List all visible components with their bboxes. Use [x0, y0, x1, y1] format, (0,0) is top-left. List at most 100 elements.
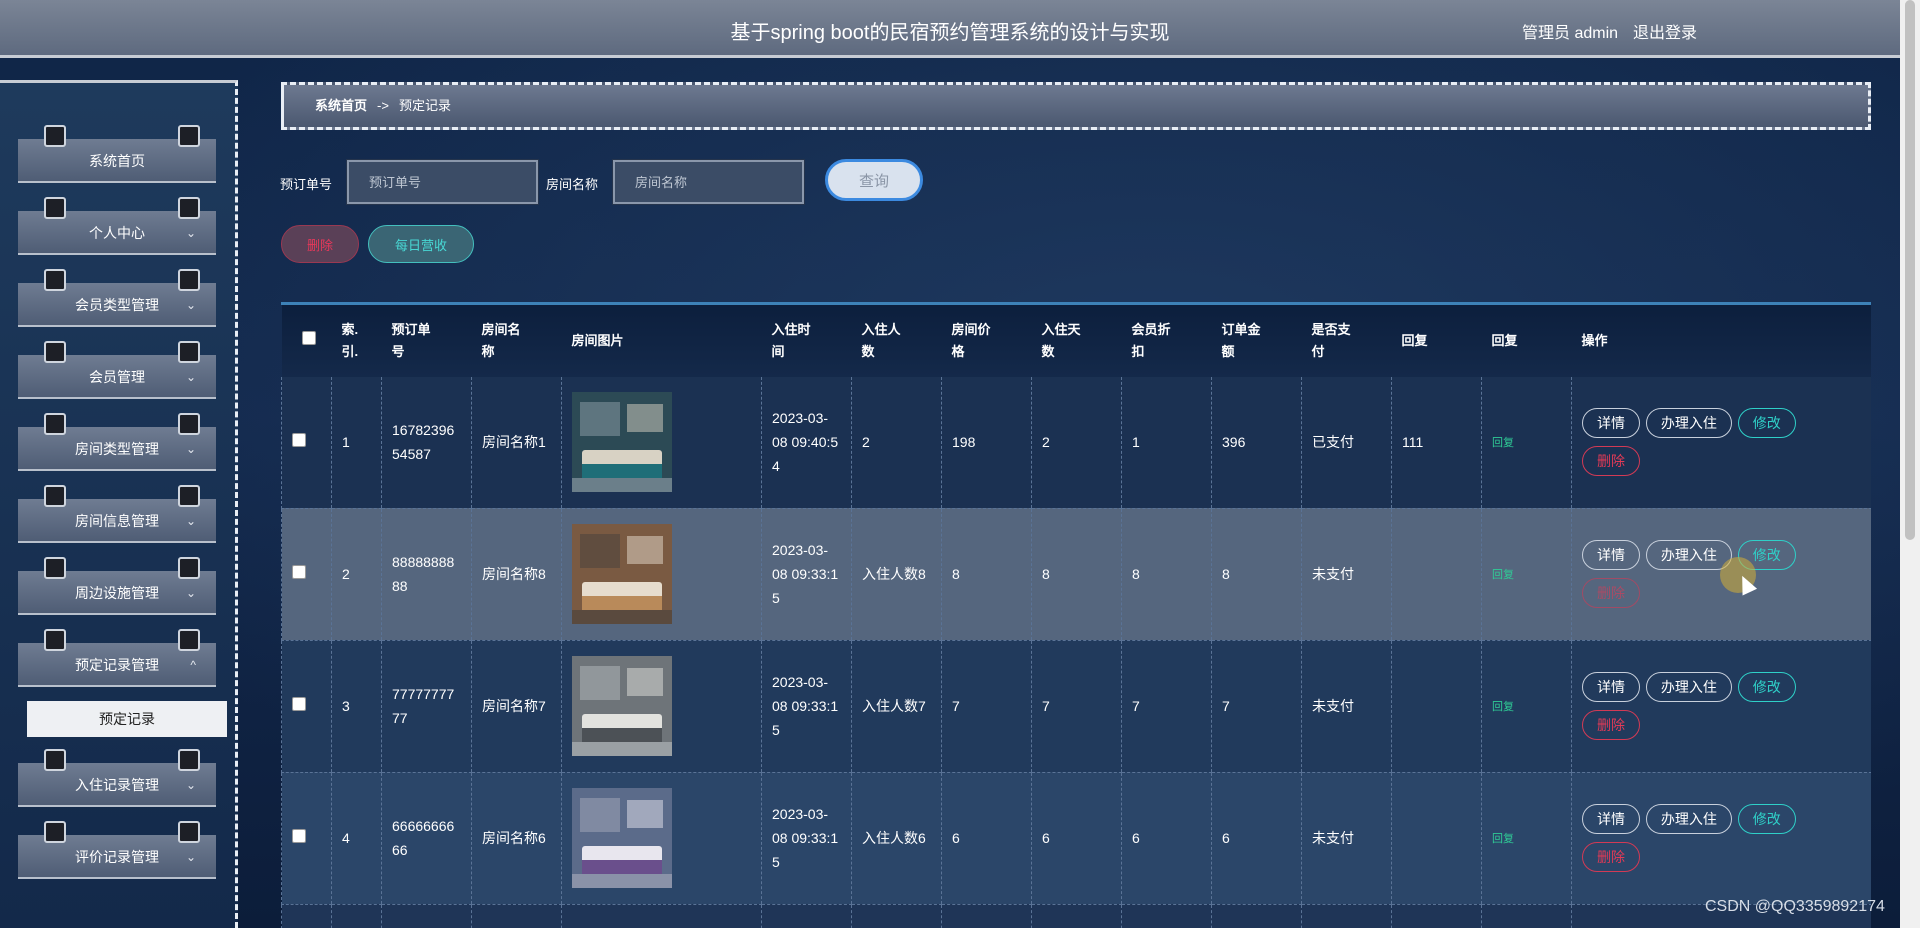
empty-cell: [941, 904, 1032, 928]
sidebar-item-5[interactable]: 房间信息管理 ⌄: [18, 485, 216, 543]
edit-button[interactable]: 修改: [1737, 672, 1796, 702]
cell-index-text: 2: [342, 566, 350, 582]
cell-price-text: 7: [952, 698, 960, 714]
cell-discount-text: 1: [1132, 434, 1140, 451]
cell-price: 6: [941, 772, 1032, 905]
binder-clip-icon: [178, 125, 200, 147]
row-checkbox[interactable]: [292, 433, 306, 448]
sidebar-item-3[interactable]: 会员管理 ⌄: [18, 341, 216, 399]
delete-button[interactable]: 删除: [1582, 446, 1640, 477]
sidebar-item-7[interactable]: 预定记录管理 ^: [18, 629, 216, 687]
cell-people: 2: [851, 377, 942, 509]
breadcrumb-separator: ->: [377, 98, 389, 113]
row-checkbox[interactable]: [292, 829, 306, 843]
cell-order-number-text: 66: [392, 842, 408, 858]
cell-amount: 396: [1211, 377, 1302, 509]
sidebar-item-4[interactable]: 房间类型管理 ⌄: [18, 413, 216, 471]
logout-link[interactable]: 退出登录: [1633, 19, 1697, 43]
sidebar-item-label: 入住记录管理: [75, 777, 159, 793]
row-checkbox[interactable]: [292, 565, 306, 579]
delete-button[interactable]: 删除: [1582, 710, 1640, 740]
row-select-cell: [281, 377, 332, 509]
checkin-button[interactable]: 办理入住: [1645, 804, 1732, 834]
daily-income-button[interactable]: 每日营收: [368, 225, 474, 263]
column-header-text: 预订单: [391, 322, 431, 337]
reply-link[interactable]: 回复: [1492, 569, 1514, 581]
column-header: 入住天数: [1031, 305, 1122, 377]
binder-clip-icon: [44, 749, 66, 771]
row-checkbox[interactable]: [292, 697, 306, 711]
cell-reply-action: 回复: [1481, 640, 1572, 773]
checkin-button[interactable]: 办理入住: [1645, 540, 1732, 570]
reply-link[interactable]: 回复: [1492, 437, 1514, 449]
sidebar-item-label: 预定记录管理: [75, 657, 159, 673]
sidebar-item-6[interactable]: 周边设施管理 ⌄: [18, 557, 216, 615]
column-header: 订单金额: [1211, 305, 1302, 377]
cell-index: 3: [331, 640, 382, 773]
checkin-button[interactable]: 办理入住: [1645, 408, 1732, 439]
detail-button[interactable]: 详情: [1582, 540, 1640, 570]
cell-operations: 详情 办理入住 修改删除: [1571, 377, 1871, 509]
sidebar-item-9[interactable]: 评价记录管理 ⌄: [18, 821, 216, 879]
cell-room-name-text: 房间名称1: [482, 434, 546, 451]
table-row: 1 16782396 54587 房间名称1 2023-03- 08 09:40:5 4 2 1…: [281, 377, 1871, 509]
cell-price-text: 8: [952, 566, 960, 582]
cell-amount-text: 7: [1222, 698, 1230, 714]
cell-reply: 111: [1391, 377, 1482, 509]
select-all-checkbox[interactable]: [301, 331, 316, 345]
chevron-up-icon: ^: [190, 658, 196, 672]
edit-button[interactable]: 修改: [1737, 804, 1796, 834]
sidebar-item-8[interactable]: 入住记录管理 ⌄: [18, 749, 216, 807]
submenu-item-booking-records[interactable]: 预定记录: [27, 701, 227, 737]
order-number-input[interactable]: [346, 159, 539, 205]
cell-paid-status-text: 已支付: [1312, 434, 1354, 451]
room-name-label: 房间名称: [546, 177, 599, 192]
detail-button[interactable]: 详情: [1582, 804, 1640, 834]
column-header-text: 称: [481, 344, 495, 359]
cell-reply-action: 回复: [1481, 772, 1572, 905]
breadcrumb-home[interactable]: 系统首页: [315, 98, 367, 113]
edit-button[interactable]: 修改: [1737, 408, 1796, 439]
cell-checkin-time-text: 2023-03-: [772, 674, 829, 690]
cell-reply-action: 回复: [1481, 508, 1572, 641]
detail-button[interactable]: 详情: [1582, 672, 1640, 702]
cell-checkin-time-text: 2023-03-: [772, 410, 829, 427]
sidebar-item-1[interactable]: 个人中心 ⌄: [18, 197, 216, 255]
row-select-cell: [281, 508, 332, 641]
empty-cell: [281, 904, 332, 928]
scrollbar-thumb[interactable]: [1905, 0, 1915, 540]
column-header-text: 入住人: [861, 322, 901, 337]
delete-button[interactable]: 删除: [1582, 842, 1640, 872]
delete-button[interactable]: 删除: [1582, 578, 1640, 608]
breadcrumb: 系统首页 -> 预定记录: [281, 82, 1871, 130]
cell-index: 1: [331, 377, 382, 509]
column-header-text: 数: [1041, 344, 1055, 359]
batch-delete-button[interactable]: 删除: [281, 225, 359, 263]
sidebar-item-2[interactable]: 会员类型管理 ⌄: [18, 269, 216, 327]
cell-people: 入住人数7: [851, 640, 942, 773]
page-scrollbar[interactable]: [1900, 0, 1920, 928]
cell-price-text: 6: [952, 830, 960, 846]
cell-days-text: 7: [1042, 698, 1050, 714]
reply-link[interactable]: 回复: [1492, 701, 1514, 713]
cell-paid-status: 未支付: [1301, 508, 1392, 641]
cell-operations: 详情 办理入住 修改删除: [1571, 772, 1871, 905]
cell-index-text: 4: [342, 830, 350, 846]
binder-clip-icon: [44, 821, 66, 843]
room-name-input[interactable]: [612, 159, 805, 205]
sidebar-item-label: 房间类型管理: [75, 441, 159, 457]
checkin-button[interactable]: 办理入住: [1645, 672, 1732, 702]
sidebar-item-0[interactable]: 系统首页: [18, 125, 216, 183]
chevron-down-icon: ⌄: [185, 298, 196, 312]
reply-link[interactable]: 回复: [1492, 833, 1514, 845]
cell-checkin-time: 2023-03- 08 09:33:1 5: [761, 640, 852, 773]
cell-checkin-time: 2023-03- 08 09:33:1 5: [761, 508, 852, 641]
query-button[interactable]: 查询: [825, 159, 923, 201]
cell-amount-text: 396: [1222, 434, 1246, 451]
cell-people-text: 入住人数8: [862, 566, 926, 582]
column-header-text: 数: [861, 344, 875, 359]
cell-paid-status: 已支付: [1301, 377, 1392, 509]
cell-room-image: [561, 508, 762, 641]
cell-price: 198: [941, 377, 1032, 509]
detail-button[interactable]: 详情: [1582, 408, 1640, 439]
